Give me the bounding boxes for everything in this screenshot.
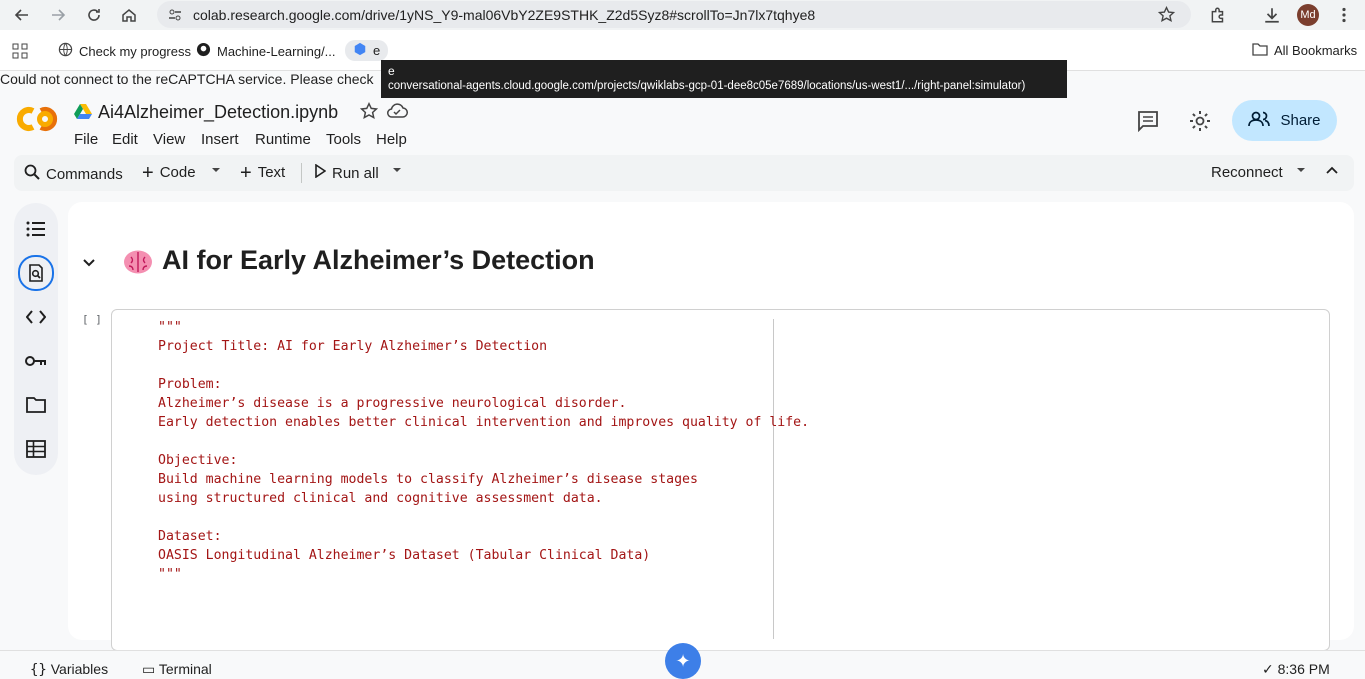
- bookmark-machine-learning[interactable]: Machine-Learning/...: [196, 42, 336, 60]
- menu-insert[interactable]: Insert: [201, 131, 239, 148]
- globe-icon: [58, 42, 73, 60]
- terminal-tab[interactable]: ▭ Terminal: [142, 661, 212, 678]
- files-folder-icon[interactable]: [24, 393, 48, 417]
- table-of-contents-icon[interactable]: [24, 217, 48, 241]
- run-dropdown-icon[interactable]: [392, 165, 402, 175]
- comments-icon[interactable]: [1137, 110, 1159, 137]
- share-button[interactable]: Share: [1232, 100, 1337, 141]
- menu-tools[interactable]: Tools: [326, 131, 361, 148]
- reconnect-dropdown-icon[interactable]: [1296, 165, 1306, 175]
- check-icon: ✓: [1262, 661, 1274, 677]
- site-info-icon[interactable]: [167, 7, 183, 28]
- download-icon[interactable]: [1260, 3, 1284, 27]
- find-replace-icon[interactable]: [18, 255, 54, 291]
- variables-icon: {}: [30, 662, 47, 678]
- data-table-icon[interactable]: [24, 437, 48, 461]
- people-icon: [1248, 111, 1271, 131]
- menu-edit[interactable]: Edit: [112, 131, 138, 148]
- star-icon[interactable]: [359, 101, 379, 125]
- google-drive-icon[interactable]: [74, 103, 92, 124]
- bookmark-e[interactable]: e: [345, 40, 389, 61]
- play-icon: [314, 163, 327, 182]
- side-rail: [14, 203, 58, 475]
- github-icon: [196, 42, 211, 60]
- terminal-icon: ▭: [142, 661, 156, 677]
- notebook-title[interactable]: Ai4Alzheimer_Detection.ipynb: [98, 102, 338, 123]
- menu-help[interactable]: Help: [376, 131, 407, 148]
- secrets-key-icon[interactable]: [24, 349, 48, 373]
- plus-icon: +: [240, 161, 252, 184]
- link-tooltip: e conversational-agents.cloud.google.com…: [381, 60, 1067, 98]
- agent-builder-icon: [353, 42, 367, 59]
- reconnect-button[interactable]: Reconnect: [1211, 164, 1283, 181]
- tooltip-url: conversational-agents.cloud.google.com/p…: [388, 80, 1026, 92]
- menu-runtime[interactable]: Runtime: [255, 131, 311, 148]
- code-dropdown-icon[interactable]: [211, 165, 221, 175]
- gemini-sparkle-button[interactable]: ✦: [665, 643, 701, 679]
- profile-avatar[interactable]: Md: [1297, 4, 1319, 26]
- reload-icon[interactable]: [82, 3, 106, 27]
- run-all-button[interactable]: Run all: [314, 163, 379, 182]
- cell-run-indicator[interactable]: [ ]: [82, 313, 102, 326]
- all-bookmarks[interactable]: All Bookmarks: [1252, 42, 1357, 59]
- commands-button[interactable]: Commands: [24, 164, 123, 184]
- brain-emoji-icon: [123, 249, 153, 280]
- code-snippets-icon[interactable]: [24, 305, 48, 329]
- folder-icon: [1252, 42, 1268, 59]
- browser-menu-icon[interactable]: [1332, 3, 1356, 27]
- colab-logo[interactable]: [16, 104, 58, 134]
- notebook-toolbar: Commands + Code + Text Run all Reconnect: [14, 155, 1354, 191]
- collapse-header-icon[interactable]: [1326, 165, 1338, 175]
- section-heading: AI for Early Alzheimer’s Detection: [162, 245, 595, 275]
- add-code-button[interactable]: + Code: [142, 161, 196, 184]
- home-icon[interactable]: [117, 3, 141, 27]
- cloud-saved-icon[interactable]: [386, 102, 408, 125]
- add-text-button[interactable]: + Text: [240, 161, 285, 184]
- collapse-section-icon[interactable]: [82, 256, 96, 274]
- plus-icon: +: [142, 161, 154, 184]
- variables-tab[interactable]: {} Variables: [30, 661, 108, 678]
- sparkle-icon: ✦: [675, 650, 691, 671]
- recaptcha-warning: Could not connect to the reCAPTCHA servi…: [0, 71, 374, 87]
- toolbar-divider: [301, 163, 302, 183]
- apps-grid-icon[interactable]: [12, 43, 28, 64]
- url-text[interactable]: colab.research.google.com/drive/1yNS_Y9-…: [193, 7, 815, 23]
- search-icon: [24, 164, 40, 184]
- settings-gear-icon[interactable]: [1188, 109, 1212, 138]
- bookmark-check-progress[interactable]: Check my progress: [58, 42, 191, 60]
- back-icon[interactable]: [10, 3, 34, 27]
- last-saved-time: ✓ 8:36 PM: [1262, 661, 1330, 677]
- menu-view[interactable]: View: [153, 131, 185, 148]
- menu-file[interactable]: File: [74, 131, 98, 148]
- extensions-icon[interactable]: [1206, 3, 1230, 27]
- code-cell-content[interactable]: """ Project Title: AI for Early Alzheime…: [158, 318, 809, 584]
- tooltip-title: e: [388, 64, 395, 78]
- bookmark-star-icon[interactable]: [1157, 5, 1176, 28]
- address-bar[interactable]: colab.research.google.com/drive/1yNS_Y9-…: [157, 1, 1191, 28]
- browser-toolbar: colab.research.google.com/drive/1yNS_Y9-…: [0, 0, 1365, 30]
- forward-icon[interactable]: [46, 3, 70, 27]
